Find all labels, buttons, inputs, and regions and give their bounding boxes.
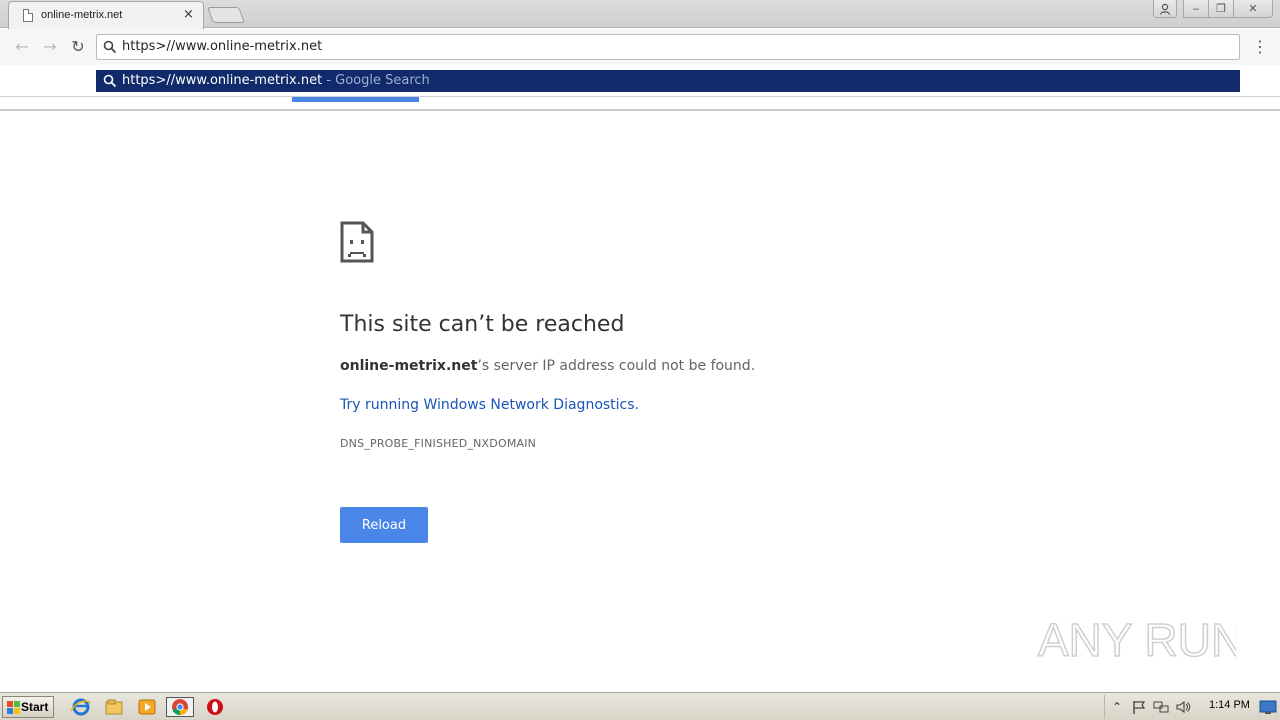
windows-logo-icon [7, 701, 20, 714]
error-message-text: ’s server IP address could not be found. [477, 358, 756, 374]
back-button[interactable]: ← [12, 37, 32, 57]
omnibox-dropdown: https>//www.online-metrix.net - Google S… [0, 65, 1280, 97]
start-label: Start [21, 700, 49, 714]
browser-toolbar: ← → ↻ https>//www.online-metrix.net ⋮ [0, 29, 1280, 65]
error-message: online-metrix.net’s server IP address co… [340, 358, 755, 374]
screen: online-metrix.net × ‒ ❐ ✕ ← → ↻ https>//… [0, 0, 1280, 720]
start-button[interactable]: Start [2, 696, 54, 718]
chrome-taskbar-button[interactable] [166, 697, 194, 717]
suggestion-item[interactable]: https>//www.online-metrix.net - Google S… [96, 70, 1240, 92]
show-desktop-icon[interactable] [1259, 698, 1277, 716]
file-explorer-icon[interactable] [103, 697, 125, 717]
error-host: online-metrix.net [340, 358, 478, 374]
watermark-text: ANY RUN [1038, 614, 1236, 666]
network-icon[interactable] [1153, 699, 1169, 715]
sad-page-icon [340, 221, 374, 263]
page-icon [23, 9, 33, 22]
network-diagnostics-link[interactable]: Try running Windows Network Diagnostics. [340, 397, 639, 413]
user-profile-button[interactable] [1153, 0, 1177, 18]
taskbar: Start ⌃ 1:14 PM [0, 692, 1280, 720]
show-hidden-icons-icon[interactable]: ⌃ [1109, 699, 1125, 715]
minimize-button[interactable]: ‒ [1183, 0, 1209, 18]
error-code: DNS_PROBE_FINISHED_NXDOMAIN [340, 437, 537, 450]
loading-indicator [292, 97, 419, 102]
tab-online-metrix[interactable]: online-metrix.net × [8, 1, 204, 29]
maximize-button[interactable]: ❐ [1208, 0, 1234, 18]
internet-explorer-icon[interactable] [70, 697, 92, 717]
suggestion-text: https>//www.online-metrix.net - Google S… [122, 73, 430, 88]
search-icon [103, 74, 117, 88]
search-icon [103, 40, 117, 54]
address-bar[interactable]: https>//www.online-metrix.net [96, 34, 1240, 60]
address-input[interactable]: https>//www.online-metrix.net [122, 39, 322, 54]
opera-icon[interactable] [204, 697, 226, 717]
media-player-icon[interactable] [136, 697, 158, 717]
action-center-flag-icon[interactable] [1131, 699, 1147, 715]
volume-icon[interactable] [1175, 699, 1191, 715]
menu-icon[interactable]: ⋮ [1252, 37, 1268, 57]
forward-button[interactable]: → [40, 37, 60, 57]
user-icon [1159, 3, 1171, 15]
close-tab-icon[interactable]: × [183, 7, 194, 23]
chrome-icon [172, 699, 188, 716]
suggestion-suffix: - Google Search [322, 73, 430, 88]
title-bar: online-metrix.net × ‒ ❐ ✕ [0, 0, 1280, 29]
tab-title: online-metrix.net [41, 9, 123, 21]
system-tray: ⌃ 1:14 PM [1104, 695, 1278, 719]
content-divider [0, 109, 1280, 111]
suggestion-url: https>//www.online-metrix.net [122, 73, 323, 88]
reload-page-button[interactable]: Reload [340, 507, 428, 543]
anyrun-watermark: ANY RUN [1037, 613, 1236, 667]
new-tab-button[interactable] [207, 7, 245, 23]
reload-button[interactable]: ↻ [68, 37, 88, 57]
clock[interactable]: 1:14 PM [1209, 699, 1250, 711]
error-title: This site can’t be reached [340, 312, 625, 337]
close-window-button[interactable]: ✕ [1233, 0, 1273, 18]
